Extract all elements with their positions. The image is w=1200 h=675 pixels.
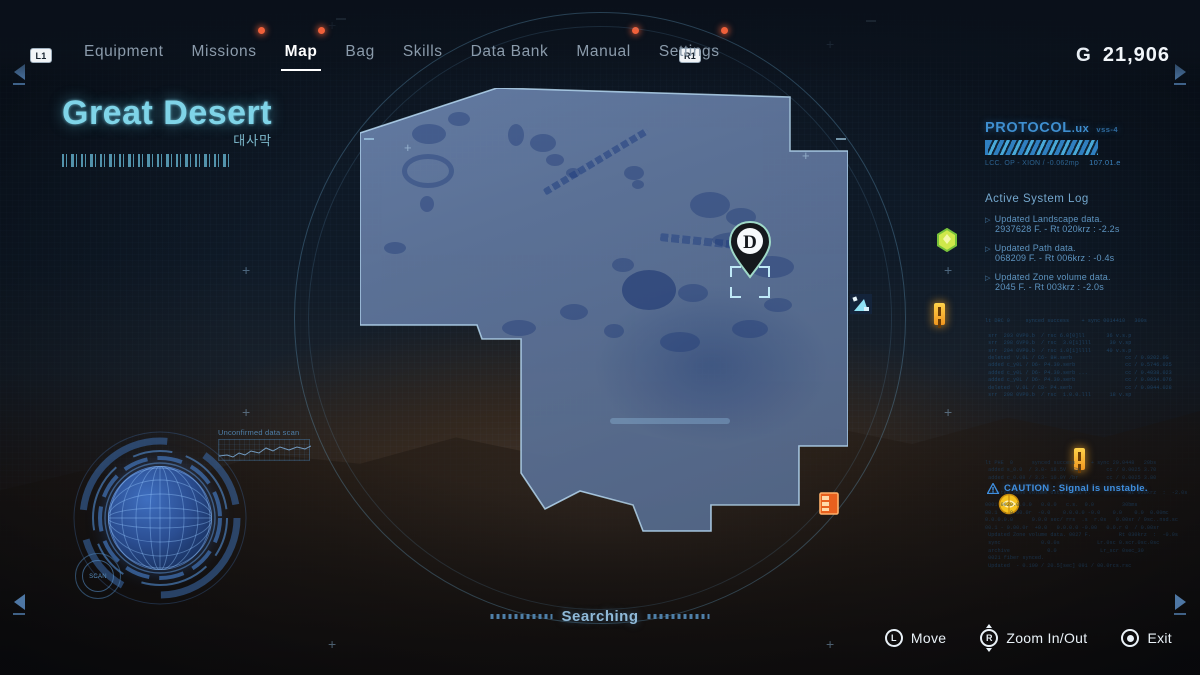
telemetry-noise-block-3: 0001 0020.0.0.0 0.0.0 c.s. 0.0 30bms 00.… <box>985 502 1179 569</box>
left-stick-icon: L <box>884 629 903 647</box>
decor-dash <box>364 138 374 140</box>
protocol-title: PROTOCOL.ux vss-4 <box>985 120 1200 136</box>
decor-cross: + <box>242 404 251 420</box>
log-entry-detail: 068209 F. - Rt 006krz : -0.4s <box>995 253 1115 263</box>
log-entry-label: Updated Zone volume data. <box>985 272 1200 282</box>
log-entry-label: Updated Landscape data. <box>985 214 1200 224</box>
log-entry-detail: 2045 F. - Rt 003krz : -2.0s <box>995 282 1104 292</box>
hint-move[interactable]: L Move <box>884 629 947 647</box>
protocol-title-suffix: .ux <box>1071 123 1090 135</box>
objective-hex-marker[interactable] <box>936 227 958 253</box>
protocol-version: vss-4 <box>1096 125 1119 134</box>
tab-label: Equipment <box>84 43 164 60</box>
tab-equipment[interactable]: Equipment <box>70 42 178 62</box>
barcode-decoration <box>62 154 230 167</box>
system-log-header: Active System Log <box>985 193 1089 205</box>
status-dash-right <box>647 614 710 619</box>
globe-wireframe <box>108 466 212 570</box>
protocol-meta-left: LCC. OP - XION / -0.062mp <box>985 160 1080 167</box>
decor-cross: + <box>944 404 953 420</box>
zone-title-localized: 대사막 <box>233 133 273 148</box>
currency-display: G 21,906 <box>1076 44 1170 67</box>
log-entry-label: Updated Path data. <box>985 243 1200 253</box>
hint-exit[interactable]: Exit <box>1121 629 1172 647</box>
protocol-panel: PROTOCOL.ux vss-4 LCC. OP - XION / -0.062… <box>985 120 1200 620</box>
status-dash-left <box>490 614 553 619</box>
protocol-meta-row: LCC. OP - XION / -0.062mp 107.01.e <box>985 158 1200 167</box>
system-log-entry: Updated Path data.068209 F. - Rt 006krz … <box>985 243 1200 263</box>
currency-amount: 21,906 <box>1102 44 1170 66</box>
scan-waveform-graph <box>218 439 312 461</box>
hint-label: Zoom In/Out <box>1006 630 1088 646</box>
hint-label: Move <box>910 630 947 646</box>
decor-cross: + <box>944 262 953 278</box>
prev-page-arrow-bottom[interactable] <box>13 594 25 615</box>
crafting-bench-marker[interactable] <box>850 294 872 314</box>
alert-exclamation-marker-1[interactable] <box>934 303 945 325</box>
warning-triangle-icon <box>987 483 999 494</box>
caution-text: CAUTION : Signal is unstable. <box>1004 483 1148 494</box>
tab-notification-dot <box>257 27 265 34</box>
decor-cross: + <box>242 262 251 278</box>
currency-symbol: G <box>1076 45 1092 66</box>
supply-crate-marker[interactable] <box>818 490 840 516</box>
scan-label: Unconfirmed data scan <box>218 428 300 437</box>
zone-title-block: Great Desert 대사막 <box>62 94 272 167</box>
button-hint-bar: L Move R Zoom In/Out Exit <box>884 629 1172 647</box>
player-selection-bracket <box>730 266 770 298</box>
hint-label: Exit <box>1147 630 1172 646</box>
tab-missions[interactable]: Missions <box>178 27 271 62</box>
tab-label: Missions <box>191 43 257 60</box>
system-log-entry: Updated Zone volume data.2045 F. - Rt 00… <box>985 272 1200 292</box>
system-log-entry: Updated Landscape data.2937628 F. - Rt 0… <box>985 214 1200 234</box>
map-viewport[interactable]: + + D Searching <box>280 0 1085 640</box>
decor-cross: + <box>404 140 412 155</box>
hint-zoom-in-out[interactable]: R Zoom In/Out <box>980 629 1087 647</box>
circle-button-icon <box>1121 629 1140 647</box>
system-log-list: Updated Landscape data.2937628 F. - Rt 0… <box>985 214 1200 292</box>
map-status-indicator: Searching <box>490 608 710 625</box>
log-entry-detail: 2937628 F. - Rt 020krz : -2.2s <box>995 224 1120 234</box>
right-stick-icon: R <box>980 629 999 647</box>
scanner-mini-dial-label: SCAN <box>82 560 114 592</box>
caution-banner: CAUTION : Signal is unstable. <box>987 483 1148 494</box>
protocol-signal-bar <box>985 140 1098 155</box>
l1-bumper-badge[interactable]: L1 <box>30 48 52 63</box>
map-status-text: Searching <box>561 608 639 625</box>
page-title: Great Desert <box>62 94 273 132</box>
player-pin-glyph: D <box>743 232 757 253</box>
scanner-widget: Unconfirmed data scan SCAN <box>70 428 312 608</box>
scanner-mini-dial: SCAN <box>75 553 121 599</box>
protocol-meta-right: 107.01.e <box>1089 158 1121 167</box>
protocol-title-text: PROTOCOL <box>985 120 1072 136</box>
decor-dash <box>836 138 846 140</box>
decor-cross: + <box>802 148 810 163</box>
